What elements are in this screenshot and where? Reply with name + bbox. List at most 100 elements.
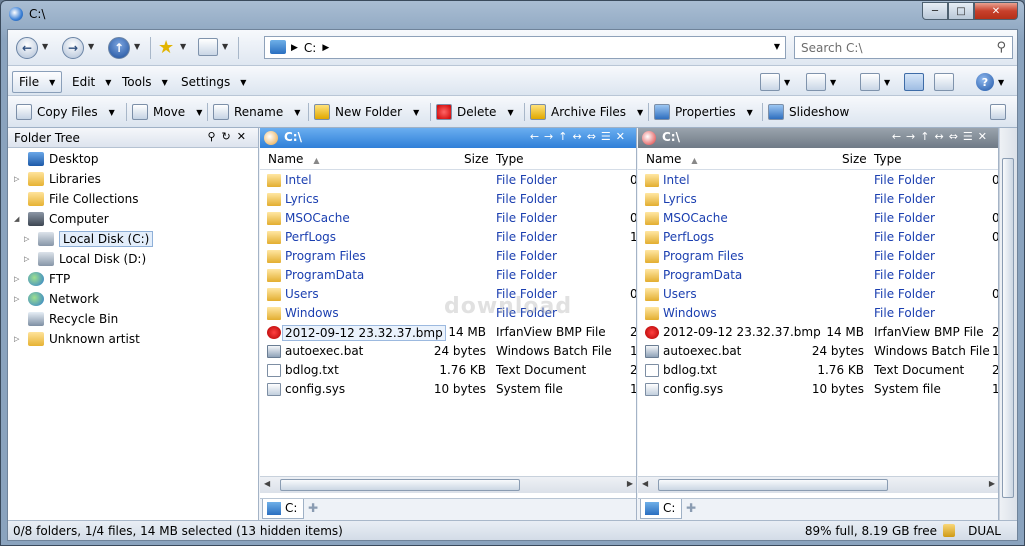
menu-file[interactable]: File ▼ — [12, 71, 63, 93]
file-date-truncated: 02 — [992, 211, 999, 225]
file-row[interactable]: Users File Folder 02 — [638, 286, 998, 304]
column-size[interactable]: Size — [842, 152, 867, 166]
file-row[interactable]: bdlog.txt 1.76 KB Text Document 22 — [638, 362, 998, 380]
menu-tools[interactable]: Tools ▼ — [116, 71, 174, 93]
delete-button[interactable]: Delete ▼ — [436, 101, 514, 123]
up-folder-icon[interactable]: ↑ — [108, 37, 130, 59]
search-icon[interactable]: ⚲ — [996, 40, 1006, 55]
file-row[interactable]: ProgramData File Folder — [638, 267, 998, 285]
tree-node-local-disk-c[interactable]: ▷ Local Disk (C:) — [24, 230, 154, 248]
back-dropdown-icon[interactable]: ▼ — [42, 42, 48, 51]
copy-files-button[interactable]: Copy Files ▼ — [16, 101, 115, 123]
new-folder-button[interactable]: New Folder ▼ — [314, 101, 419, 123]
file-row[interactable]: config.sys 10 bytes System file 10 — [638, 381, 998, 399]
tree-node-computer[interactable]: ◢ Computer — [14, 210, 109, 228]
address-bar[interactable]: ▶ C: ▶ ▼ — [264, 36, 786, 59]
lock-icon[interactable] — [943, 524, 955, 537]
file-row[interactable]: autoexec.bat 24 bytes Windows Batch File 1 — [260, 343, 636, 361]
minimize-button[interactable]: ─ — [922, 2, 948, 20]
slideshow-icon — [768, 104, 784, 120]
favorites-dropdown-icon[interactable]: ▼ — [180, 42, 186, 51]
close-button[interactable]: ✕ — [974, 2, 1018, 20]
forward-icon[interactable]: → — [62, 37, 84, 59]
maximize-button[interactable]: □ — [948, 2, 974, 20]
file-row[interactable]: bdlog.txt 1.76 KB Text Document 2 — [260, 362, 636, 380]
file-date-truncated: 1 — [630, 382, 637, 396]
file-row[interactable]: Program Files File Folder — [638, 248, 998, 266]
column-name[interactable]: Name ▲ — [268, 152, 320, 166]
pane-nav-icons[interactable]: ←→↑↔⇔☰✕ — [530, 130, 630, 143]
file-row[interactable]: Lyrics File Folder — [638, 191, 998, 209]
help-button[interactable]: ? ▼ — [976, 71, 1004, 93]
tree-node-file-collections[interactable]: File Collections — [14, 190, 139, 208]
tree-node-ftp[interactable]: ▷ FTP — [14, 270, 70, 288]
view-thumbnails-button[interactable]: ▼ — [760, 71, 790, 93]
dual-horizontal-button[interactable] — [934, 71, 954, 93]
new-tab-icon[interactable]: ✚ — [308, 501, 318, 515]
scrollbar-thumb[interactable] — [1002, 158, 1014, 498]
move-button[interactable]: Move ▼ — [132, 101, 202, 123]
address-dropdown-icon[interactable]: ▼ — [774, 42, 780, 51]
computer-shortcut-icon[interactable] — [198, 38, 218, 56]
column-name[interactable]: Name ▲ — [646, 152, 698, 166]
file-type: File Folder — [874, 287, 935, 301]
favorites-star-icon[interactable]: ★ — [158, 37, 174, 58]
column-type[interactable]: Type — [874, 152, 902, 166]
file-row[interactable]: ProgramData File Folder — [260, 267, 636, 285]
file-row[interactable]: Lyrics File Folder — [260, 191, 636, 209]
tree-node-network[interactable]: ▷ Network — [14, 290, 99, 308]
file-type: File Folder — [874, 306, 935, 320]
layout-button[interactable]: ▼ — [860, 71, 890, 93]
file-row[interactable]: autoexec.bat 24 bytes Windows Batch File10 — [638, 343, 998, 361]
file-type: System file — [874, 382, 941, 396]
computer-dropdown-icon[interactable]: ▼ — [222, 42, 228, 51]
tree-node-recycle-bin[interactable]: Recycle Bin — [14, 310, 118, 328]
left-horizontal-scrollbar[interactable]: ◀ ▶ — [260, 476, 636, 493]
tree-node-desktop[interactable]: Desktop — [14, 150, 99, 168]
right-pane-title-bar: C:\ ←→↑↔⇔☰✕ — [638, 128, 998, 148]
column-type[interactable]: Type — [496, 152, 524, 166]
menu-edit[interactable]: Edit ▼ — [66, 71, 117, 93]
toolbar-options-button[interactable] — [990, 101, 1006, 123]
tree-node-local-disk-d[interactable]: ▷ Local Disk (D:) — [24, 250, 146, 268]
disk-usage-status: 89% full, 8.19 GB free — [804, 524, 937, 538]
folder-tree-header: Folder Tree ⚲↻✕ — [8, 128, 258, 148]
search-input[interactable]: Search C:\ ⚲ — [794, 36, 1013, 59]
file-row[interactable]: Windows File Folder — [638, 305, 998, 323]
left-file-pane[interactable]: C:\ ←→↑↔⇔☰✕ Name ▲ Size Type Intel File Fo… — [260, 128, 637, 520]
tree-node-unknown-artist[interactable]: ▷ Unknown artist — [14, 330, 140, 348]
menu-settings[interactable]: Settings ▼ — [175, 71, 252, 93]
right-file-pane[interactable]: C:\ ←→↑↔⇔☰✕ Name ▲ Size Type Intel File Fo… — [638, 128, 999, 520]
expand-icon: ▷ — [14, 175, 20, 183]
dual-vertical-button[interactable] — [904, 71, 924, 93]
up-dropdown-icon[interactable]: ▼ — [134, 42, 140, 51]
right-vertical-scrollbar[interactable] — [999, 128, 1017, 520]
right-tab-c[interactable]: C: — [640, 499, 683, 519]
file-row[interactable]: MSOCache File Folder 0 — [260, 210, 636, 228]
file-row[interactable]: 2012-09-12 23.32.37.bmp 14 MB IrfanView BM… — [260, 324, 636, 342]
file-row[interactable]: PerfLogs File Folder 1 — [260, 229, 636, 247]
rename-button[interactable]: Rename ▼ — [213, 101, 300, 123]
pane-nav-icons[interactable]: ←→↑↔⇔☰✕ — [892, 130, 992, 143]
file-name: autoexec.bat — [663, 344, 742, 358]
column-size[interactable]: Size — [464, 152, 489, 166]
file-name: 2012-09-12 23.32.37.bmp — [663, 325, 821, 339]
edit-view-button[interactable]: ▼ — [806, 71, 836, 93]
file-row[interactable]: Program Files File Folder — [260, 248, 636, 266]
file-row[interactable]: config.sys 10 bytes System file 1 — [260, 381, 637, 399]
file-row[interactable]: 2012-09-12 23.32.37.bmp 14 MB IrfanView BM… — [638, 324, 998, 342]
tree-tool-icons[interactable]: ⚲↻✕ — [208, 130, 253, 143]
slideshow-button[interactable]: Slideshow — [768, 101, 849, 123]
file-row[interactable]: Intel File Folder 0 — [260, 172, 636, 190]
archive-files-button[interactable]: Archive Files ▼ — [530, 101, 643, 123]
file-row[interactable]: Intel File Folder 02 — [638, 172, 998, 190]
back-icon[interactable]: ← — [16, 37, 38, 59]
new-tab-icon[interactable]: ✚ — [686, 501, 696, 515]
file-row[interactable]: PerfLogs File Folder 02 — [638, 229, 998, 247]
forward-dropdown-icon[interactable]: ▼ — [88, 42, 94, 51]
left-tab-c[interactable]: C: — [262, 499, 305, 519]
file-row[interactable]: MSOCache File Folder 02 — [638, 210, 999, 228]
right-horizontal-scrollbar[interactable]: ◀ ▶ — [638, 476, 998, 493]
properties-button[interactable]: Properties ▼ — [654, 101, 753, 123]
tree-node-libraries[interactable]: ▷ Libraries — [14, 170, 101, 188]
